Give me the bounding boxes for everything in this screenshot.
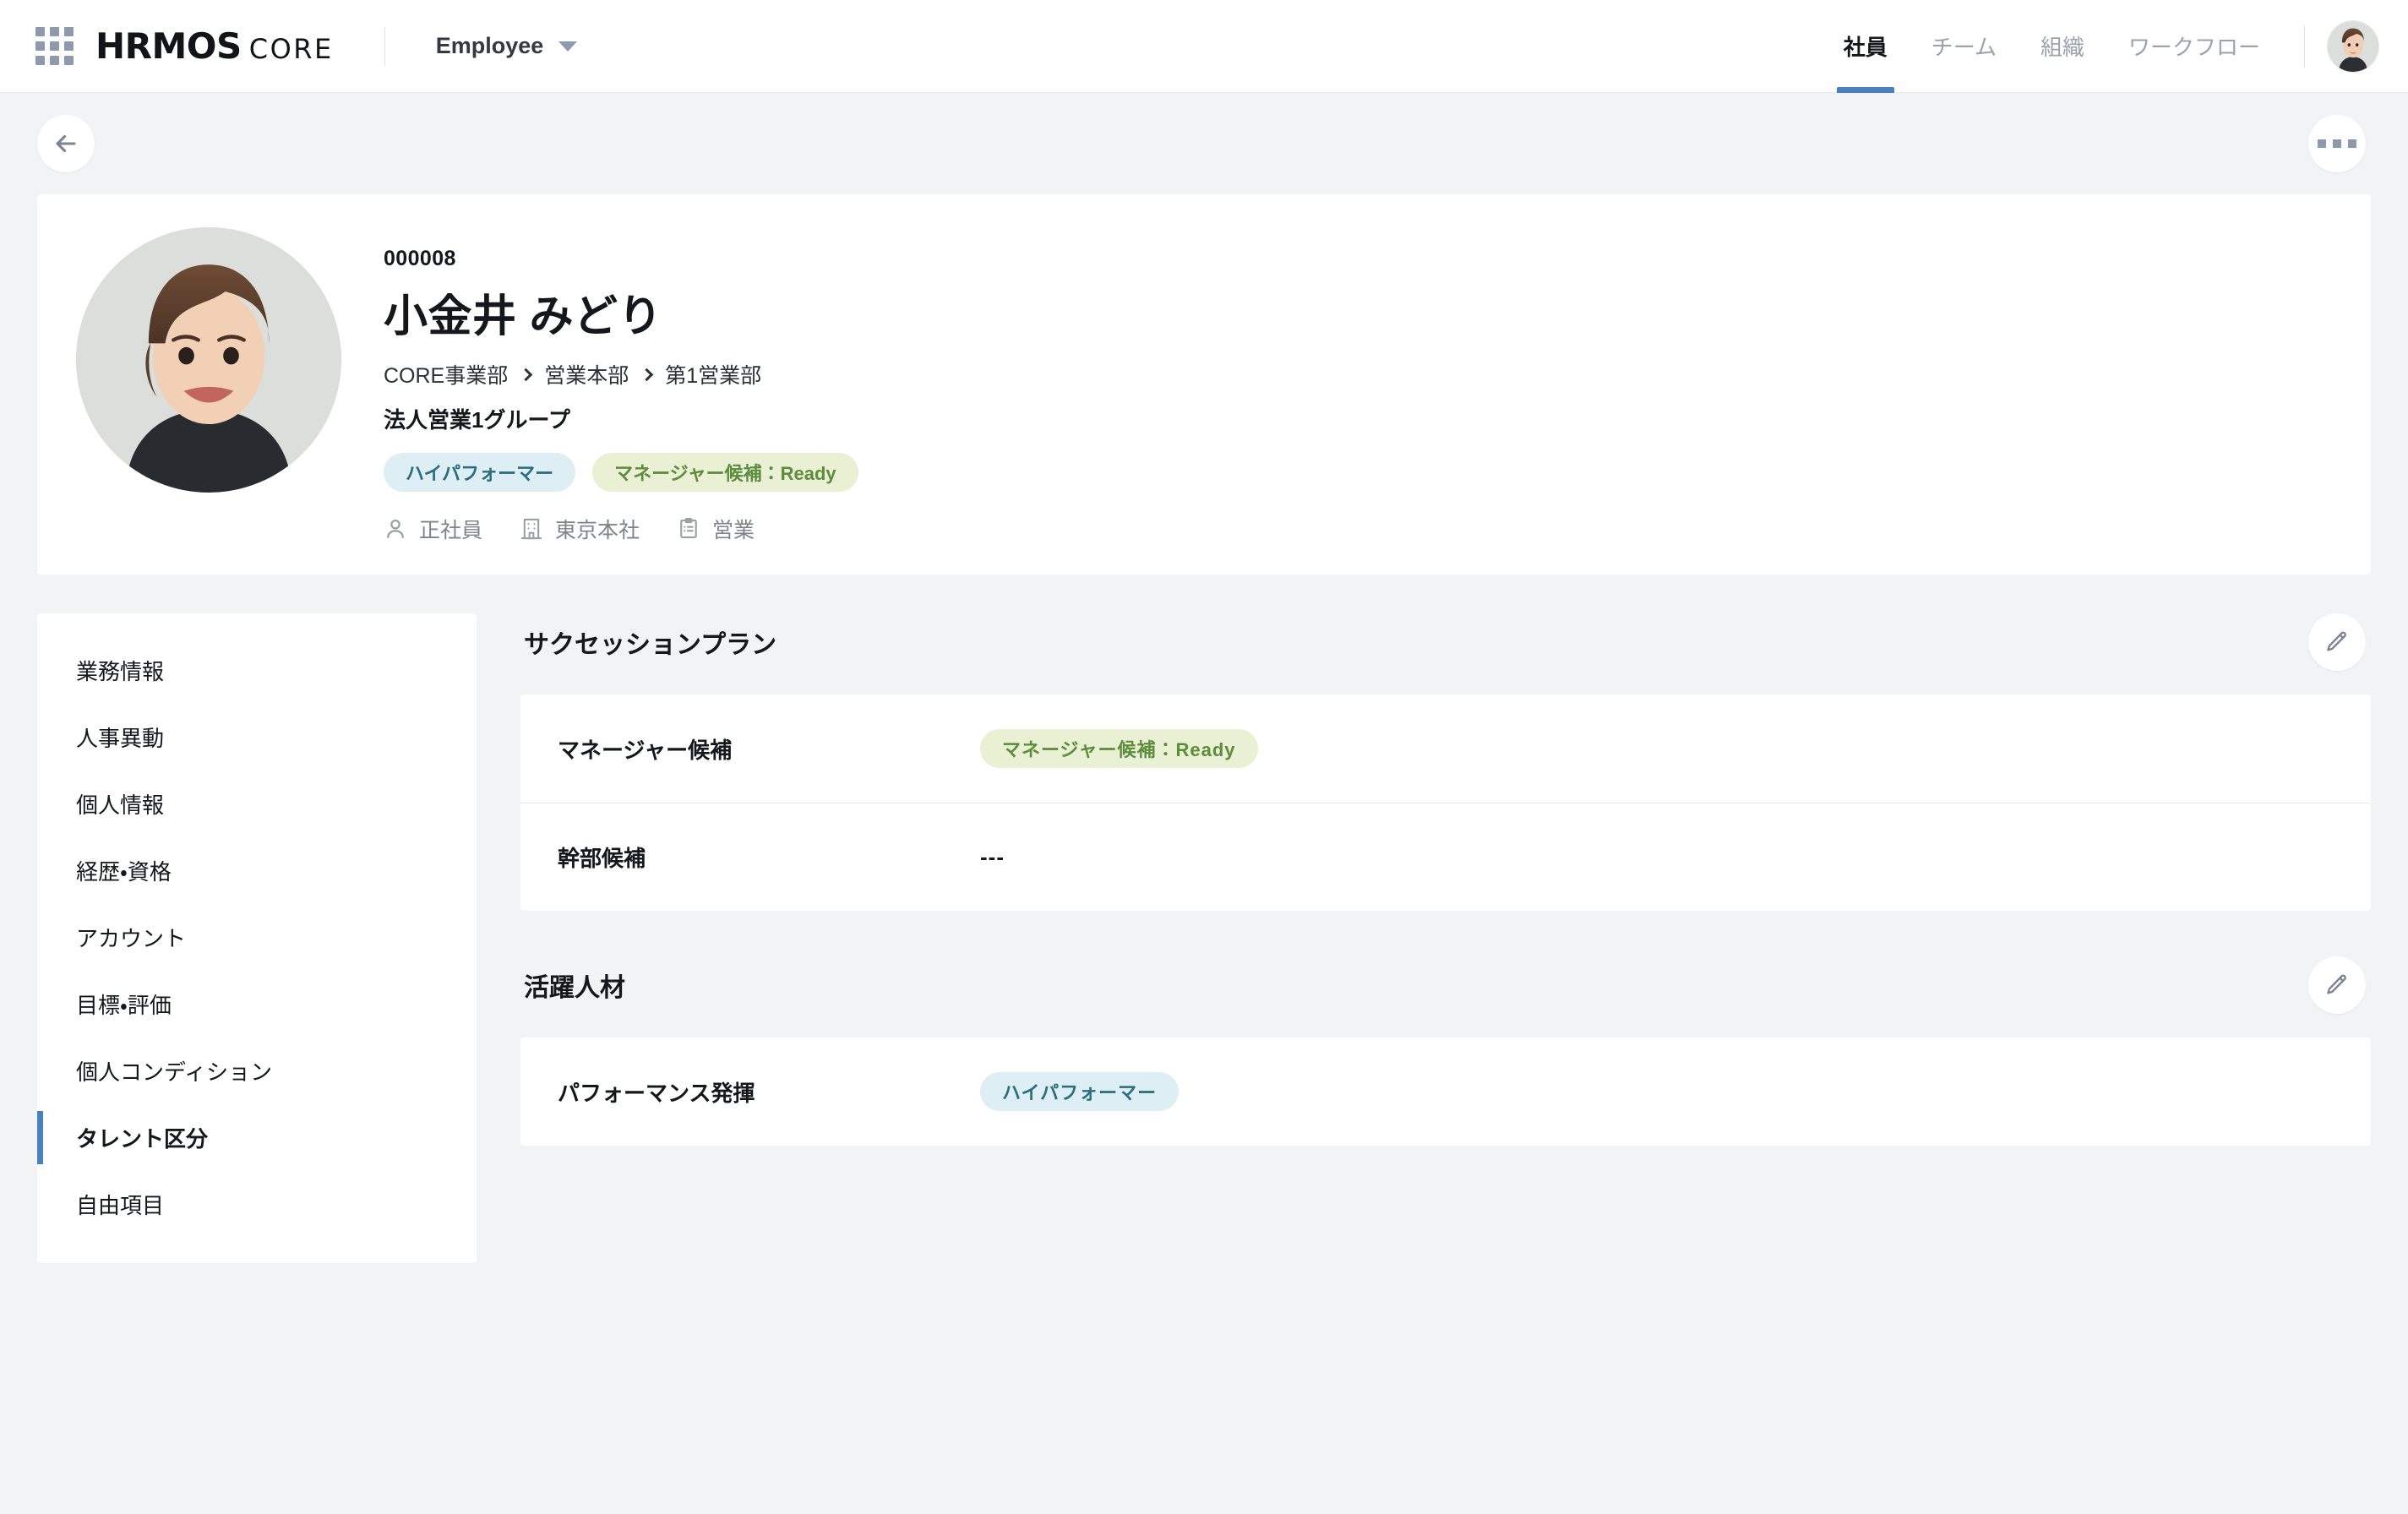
employee-photo (76, 227, 341, 493)
sidebar-item-custom-fields[interactable]: 自由項目 (37, 1171, 477, 1238)
page-body: 業務情報 人事異動 個人情報 経歴・資格 アカウント 目標・評価 個人コンディシ… (0, 575, 2408, 1263)
sidebar-item-talent-classification[interactable]: タレント区分 (37, 1104, 477, 1171)
nav-item-team[interactable]: チーム (1910, 0, 2018, 93)
apps-grid-icon[interactable] (35, 27, 74, 65)
succession-plan-panel: マネージャー候補 マネージャー候補：Ready 幹部候補 --- (520, 694, 2371, 911)
pencil-edit-icon (2327, 631, 2346, 651)
row-value-executive-candidate: --- (980, 844, 1005, 869)
pencil-edit-icon (2327, 974, 2346, 994)
row-label-manager-candidate: マネージャー候補 (558, 737, 733, 763)
logo-secondary-text: CORE (248, 33, 334, 65)
meta-office-label: 東京本社 (555, 519, 640, 542)
nav-item-employee[interactable]: 社員 (1822, 0, 1910, 93)
section-active-talent: 活躍人材 パフォーマンス発揮 ハイパフォーマー (520, 956, 2371, 1146)
sidebar-item-personal-info[interactable]: 個人情報 (37, 771, 477, 837)
section-succession-plan: サクセッションプラン マネージャー候補 マネージャー候補：Ready 幹部候補 (520, 613, 2371, 911)
talent-tag-high-performer: ハイパフォーマー (384, 453, 576, 492)
row-label-executive-candidate: 幹部候補 (558, 846, 646, 871)
employee-profile-card: 000008 小金井 みどり CORE事業部 営業本部 第1営業部 法人営業1グ… (37, 194, 2371, 575)
primary-nav: 社員 チーム 組織 ワークフロー (1822, 0, 2379, 93)
edit-succession-plan-button[interactable] (2308, 613, 2366, 671)
employee-section-sidebar: 業務情報 人事異動 個人情報 経歴・資格 アカウント 目標・評価 個人コンディシ… (37, 613, 477, 1263)
sidebar-item-personal-condition[interactable]: 個人コンディション (37, 1037, 477, 1104)
talent-tag-row: ハイパフォーマー マネージャー候補：Ready (384, 453, 858, 492)
section-title-succession-plan: サクセッションプラン (524, 631, 777, 659)
edit-active-talent-button[interactable] (2308, 956, 2366, 1014)
talent-tag-manager-candidate: マネージャー候補：Ready (592, 453, 858, 492)
chevron-down-icon (558, 41, 578, 52)
header-divider (384, 26, 385, 66)
row-value-manager-candidate: マネージャー候補：Ready (980, 729, 1258, 768)
meta-job-category-label: 営業 (712, 519, 755, 542)
employee-meta-row: 正社員 東京本社 営業 (384, 514, 858, 544)
employee-details: 000008 小金井 みどり CORE事業部 営業本部 第1営業部 法人営業1グ… (384, 223, 858, 544)
sidebar-item-personnel-changes[interactable]: 人事異動 (37, 704, 477, 771)
breadcrumb-item-headquarters[interactable]: 営業本部 (544, 359, 629, 389)
meta-job-category: 営業 (677, 514, 755, 544)
chevron-right-icon (640, 368, 654, 381)
logo-primary-text: HRMOS (95, 25, 242, 67)
section-header: サクセッションプラン (520, 613, 2371, 671)
section-header: 活躍人材 (520, 956, 2371, 1014)
table-row: 幹部候補 --- (520, 803, 2371, 911)
sidebar-item-goals-evaluation[interactable]: 目標・評価 (37, 971, 477, 1037)
table-row: マネージャー候補 マネージャー候補：Ready (520, 694, 2371, 803)
sidebar-item-career-qualifications[interactable]: 経歴・資格 (37, 837, 477, 904)
status-badge: マネージャー候補：Ready (980, 729, 1258, 768)
page-toolbar (0, 93, 2408, 194)
nav-item-organization[interactable]: 組織 (2018, 0, 2106, 93)
section-title-active-talent: 活躍人材 (524, 974, 625, 1002)
arrow-left-icon (56, 134, 76, 153)
clipboard-icon (680, 518, 697, 538)
main-content: サクセッションプラン マネージャー候補 マネージャー候補：Ready 幹部候補 (520, 613, 2371, 1146)
more-options-button[interactable] (2308, 115, 2366, 172)
user-avatar[interactable] (2327, 19, 2379, 73)
meta-employment-type-label: 正社員 (419, 519, 483, 542)
breadcrumb-item-department[interactable]: 第1営業部 (665, 359, 761, 389)
sidebar-item-account[interactable]: アカウント (37, 904, 477, 971)
breadcrumb-item-division[interactable]: CORE事業部 (384, 359, 508, 389)
person-icon (387, 519, 404, 539)
row-label-performance: パフォーマンス発揮 (558, 1080, 755, 1106)
nav-item-workflow[interactable]: ワークフロー (2106, 0, 2282, 93)
employee-group: 法人営業1グループ (384, 407, 570, 433)
organization-breadcrumb: CORE事業部 営業本部 第1営業部 (384, 359, 858, 389)
top-navigation-bar: HRMOS CORE Employee 社員 チーム 組織 ワークフロー (0, 0, 2408, 93)
row-value-performance: ハイパフォーマー (980, 1072, 1179, 1111)
brand-zone: HRMOS CORE Employee (29, 25, 578, 67)
employee-name: 小金井 みどり (384, 292, 662, 341)
hrmos-core-logo[interactable]: HRMOS CORE (95, 25, 334, 67)
nav-divider (2304, 25, 2305, 68)
more-horizontal-icon (2318, 139, 2356, 148)
meta-employment-type: 正社員 (384, 514, 482, 544)
sidebar-item-work-info[interactable]: 業務情報 (37, 637, 477, 704)
employee-code: 000008 (384, 247, 456, 270)
active-talent-panel: パフォーマンス発揮 ハイパフォーマー (520, 1037, 2371, 1146)
chevron-right-icon (519, 368, 533, 381)
table-row: パフォーマンス発揮 ハイパフォーマー (520, 1037, 2371, 1146)
building-icon (520, 518, 542, 540)
status-badge: ハイパフォーマー (980, 1072, 1179, 1111)
back-button[interactable] (37, 115, 95, 172)
product-switcher[interactable]: Employee (436, 33, 578, 59)
meta-office: 東京本社 (520, 514, 640, 544)
product-switcher-label: Employee (435, 33, 544, 58)
